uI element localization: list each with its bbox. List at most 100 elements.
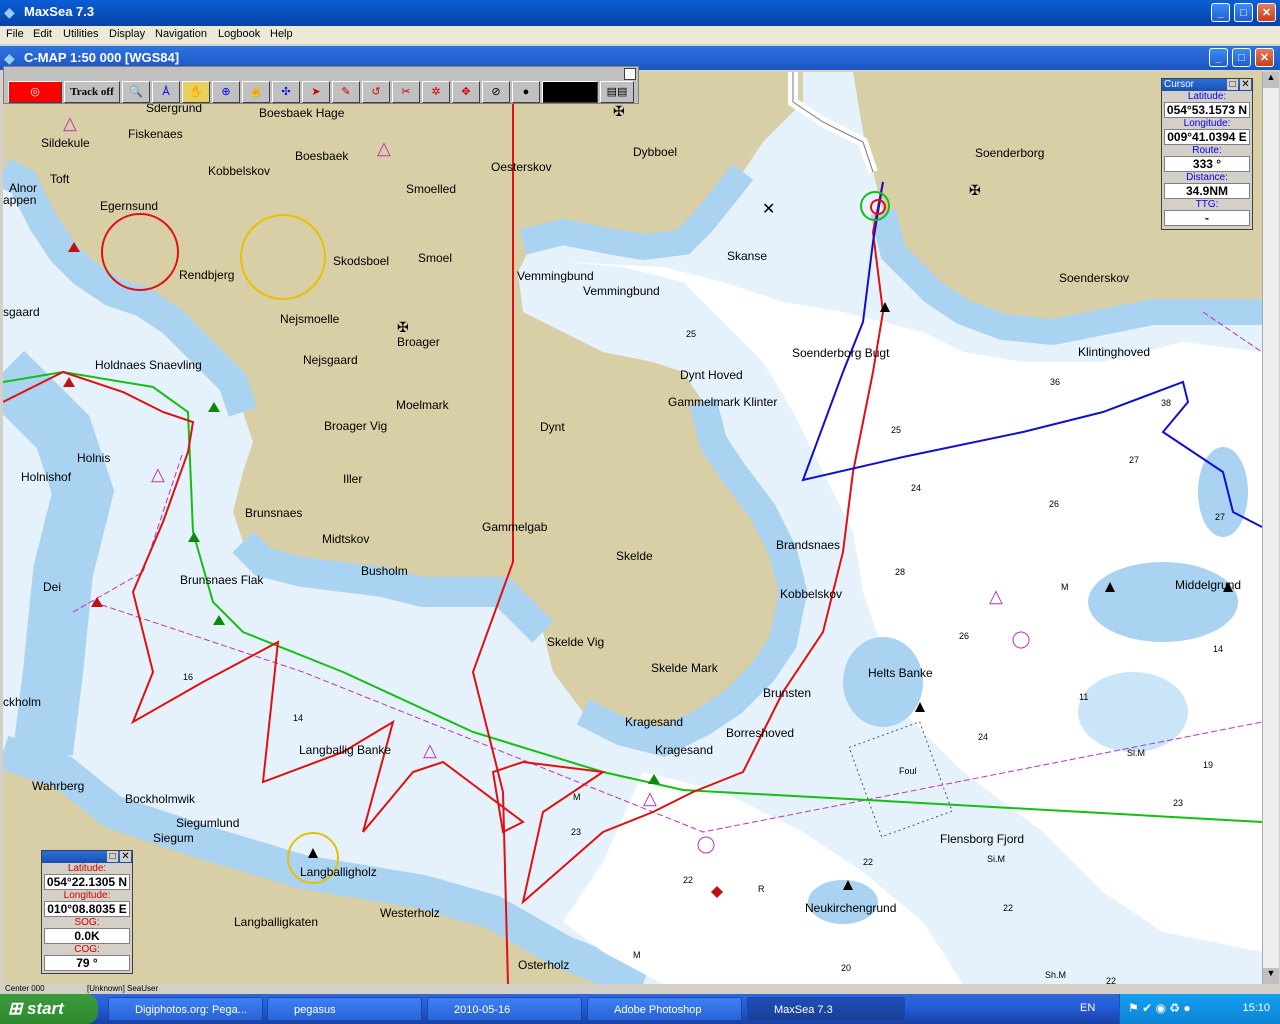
filled-circle-icon[interactable]: ● — [512, 81, 540, 103]
compass-icon[interactable]: Å — [152, 81, 180, 103]
cursor-panel-restore-button[interactable]: □ — [1227, 79, 1238, 90]
scroll-down-icon[interactable]: ▼ — [1263, 968, 1279, 984]
pencil-icon[interactable]: ✎ — [332, 81, 360, 103]
place-brandsnaes: Brandsnaes — [776, 538, 840, 552]
task-digiphotos[interactable]: Digiphotos.org: Pega... — [108, 997, 263, 1021]
vertical-scrollbar[interactable]: ▲ ▼ — [1262, 72, 1279, 984]
caution-icon-2: △ — [423, 740, 437, 760]
svg-text:27: 27 — [1215, 512, 1225, 522]
caution-icon-4: △ — [643, 788, 657, 808]
place-boesbaek-hage: Boesbaek Hage — [259, 106, 345, 120]
start-button[interactable]: ⊞ start — [0, 994, 98, 1024]
svg-text:28: 28 — [895, 567, 905, 577]
menu-file[interactable]: File — [6, 28, 24, 40]
middelgrund-shoal — [1088, 562, 1238, 642]
chart-window-icon: ◆ — [4, 50, 15, 66]
menu-utilities[interactable]: Utilities — [63, 28, 98, 40]
fit-chart-icon[interactable]: ✣ — [272, 81, 300, 103]
place-gammelmark-klinter: Gammelmark Klinter — [668, 395, 777, 409]
place-smoelled: Smoelled — [406, 182, 456, 196]
menu-display[interactable]: Display — [109, 28, 145, 40]
clock: 15:10 — [1242, 1002, 1270, 1014]
place-vemmingbund-2: Vemmingbund — [583, 284, 660, 298]
menu-logbook[interactable]: Logbook — [218, 28, 260, 40]
svg-text:27: 27 — [1129, 455, 1139, 465]
caution-icon-3: △ — [989, 586, 1003, 606]
svg-text:22: 22 — [863, 857, 873, 867]
svg-text:26: 26 — [959, 631, 969, 641]
menu-edit[interactable]: Edit — [33, 28, 52, 40]
target-button[interactable]: ◎ — [8, 81, 62, 103]
place-ckholm: ckholm — [3, 695, 41, 709]
center-crosshair-icon[interactable]: ⊕ — [212, 81, 240, 103]
svg-text:26: 26 — [1049, 499, 1059, 509]
place-neukirchengrund: Neukirchengrund — [805, 901, 896, 915]
language-indicator[interactable]: EN — [1080, 1002, 1095, 1014]
close-button[interactable]: ✕ — [1257, 3, 1276, 22]
place-dynt: Dynt — [540, 420, 565, 434]
cursor-arrow-icon[interactable]: ➤ — [302, 81, 330, 103]
cursor-panel: Cursor □ ✕ Latitude: 054°53.1573 N Longitu… — [1161, 78, 1253, 230]
svg-text:23: 23 — [1173, 798, 1183, 808]
place-dei: Dei — [43, 580, 61, 594]
place-skodsboel: Skodsboel — [333, 254, 389, 268]
toolbar-minimize-button[interactable] — [624, 68, 636, 80]
nautical-chart[interactable]: Soenderborg Dybboel Oesterskov Boesbaek … — [3, 72, 1262, 984]
system-tray: ⚑ ✔ ◉ ♻ ● 15:10 — [1119, 994, 1280, 1024]
zoom-icon[interactable]: 🔍 — [122, 81, 150, 103]
svg-text:M: M — [633, 950, 641, 960]
place-soenderskov: Soenderskov — [1059, 271, 1129, 285]
place-dybboel: Dybboel — [633, 145, 677, 159]
minimize-button[interactable]: _ — [1211, 3, 1230, 22]
svg-text:Si.M: Si.M — [987, 854, 1005, 864]
boat-cog-label: COG: — [74, 944, 100, 955]
place-egernsund: Egernsund — [100, 199, 158, 213]
app-title: MaxSea 7.3 — [24, 4, 95, 19]
svg-text:25: 25 — [686, 329, 696, 339]
chart-maximize-button[interactable]: □ — [1232, 48, 1251, 67]
place-smoel: Smoel — [418, 251, 452, 265]
place-siegumlund: Siegumlund — [176, 816, 239, 830]
cursor-lon-label: Longitude: — [1183, 118, 1231, 129]
place-langballig-banke: Langballig Banke — [299, 743, 391, 757]
place-kobbelskov-2: Kobbelskov — [780, 587, 842, 601]
circle-tool-icon[interactable]: ⊘ — [482, 81, 510, 103]
status-bar: Center 000 [Unknown] SeaUser — [3, 984, 639, 994]
boat-panel-close-button[interactable]: ✕ — [120, 851, 131, 862]
place-langballigkaten: Langballigkaten — [234, 915, 318, 929]
place-borreshoved: Borreshoved — [726, 726, 794, 740]
hand-pan-icon[interactable]: ✋ — [182, 81, 210, 103]
place-kobbelskov-1: Kobbelskov — [208, 164, 270, 178]
scroll-up-icon[interactable]: ▲ — [1263, 72, 1279, 88]
layers-icon[interactable]: ▤▤ — [600, 81, 634, 103]
color-swatch-black[interactable] — [542, 81, 598, 103]
place-kragesand-2: Kragesand — [655, 743, 713, 757]
drag-hand-icon[interactable]: ☝ — [242, 81, 270, 103]
place-skelde-vig: Skelde Vig — [547, 635, 604, 649]
task-adobe-photoshop[interactable]: Adobe Photoshop — [587, 997, 742, 1021]
svg-text:20: 20 — [841, 963, 851, 973]
track-off-button[interactable]: Track off — [64, 81, 120, 103]
tray-icons[interactable]: ⚑ ✔ ◉ ♻ ● — [1128, 1001, 1191, 1015]
cursor-panel-close-button[interactable]: ✕ — [1240, 79, 1251, 90]
scissors-icon[interactable]: ✂ — [392, 81, 420, 103]
chart-close-button[interactable]: ✕ — [1255, 48, 1274, 67]
status-center: Center 000 — [5, 984, 45, 993]
task-maxsea[interactable]: MaxSea 7.3 — [747, 997, 905, 1021]
route-tool-icon[interactable]: ✲ — [422, 81, 450, 103]
church-icon-2: ✠ — [613, 103, 625, 119]
maximize-button[interactable]: □ — [1234, 3, 1253, 22]
cursor-ttg-label: TTG: — [1195, 199, 1219, 210]
move-icon[interactable]: ✥ — [452, 81, 480, 103]
task-pegasus[interactable]: pegasus — [267, 997, 422, 1021]
task-2010-05-16[interactable]: 2010-05-16 — [427, 997, 582, 1021]
chart-minimize-button[interactable]: _ — [1209, 48, 1228, 67]
place-osterholz: Osterholz — [518, 958, 569, 972]
menu-help[interactable]: Help — [270, 28, 293, 40]
anchor-cross-icon: ✕ — [762, 201, 775, 218]
menu-navigation[interactable]: Navigation — [155, 28, 207, 40]
chart-toolbar: ◎ Track off 🔍 Å ✋ ⊕ ☝ ✣ ➤ ✎ ↺ ✂ ✲ ✥ ⊘ ● … — [3, 66, 639, 104]
place-brunsten: Brunsten — [763, 686, 811, 700]
boat-panel-restore-button[interactable]: □ — [107, 851, 118, 862]
undo-icon[interactable]: ↺ — [362, 81, 390, 103]
